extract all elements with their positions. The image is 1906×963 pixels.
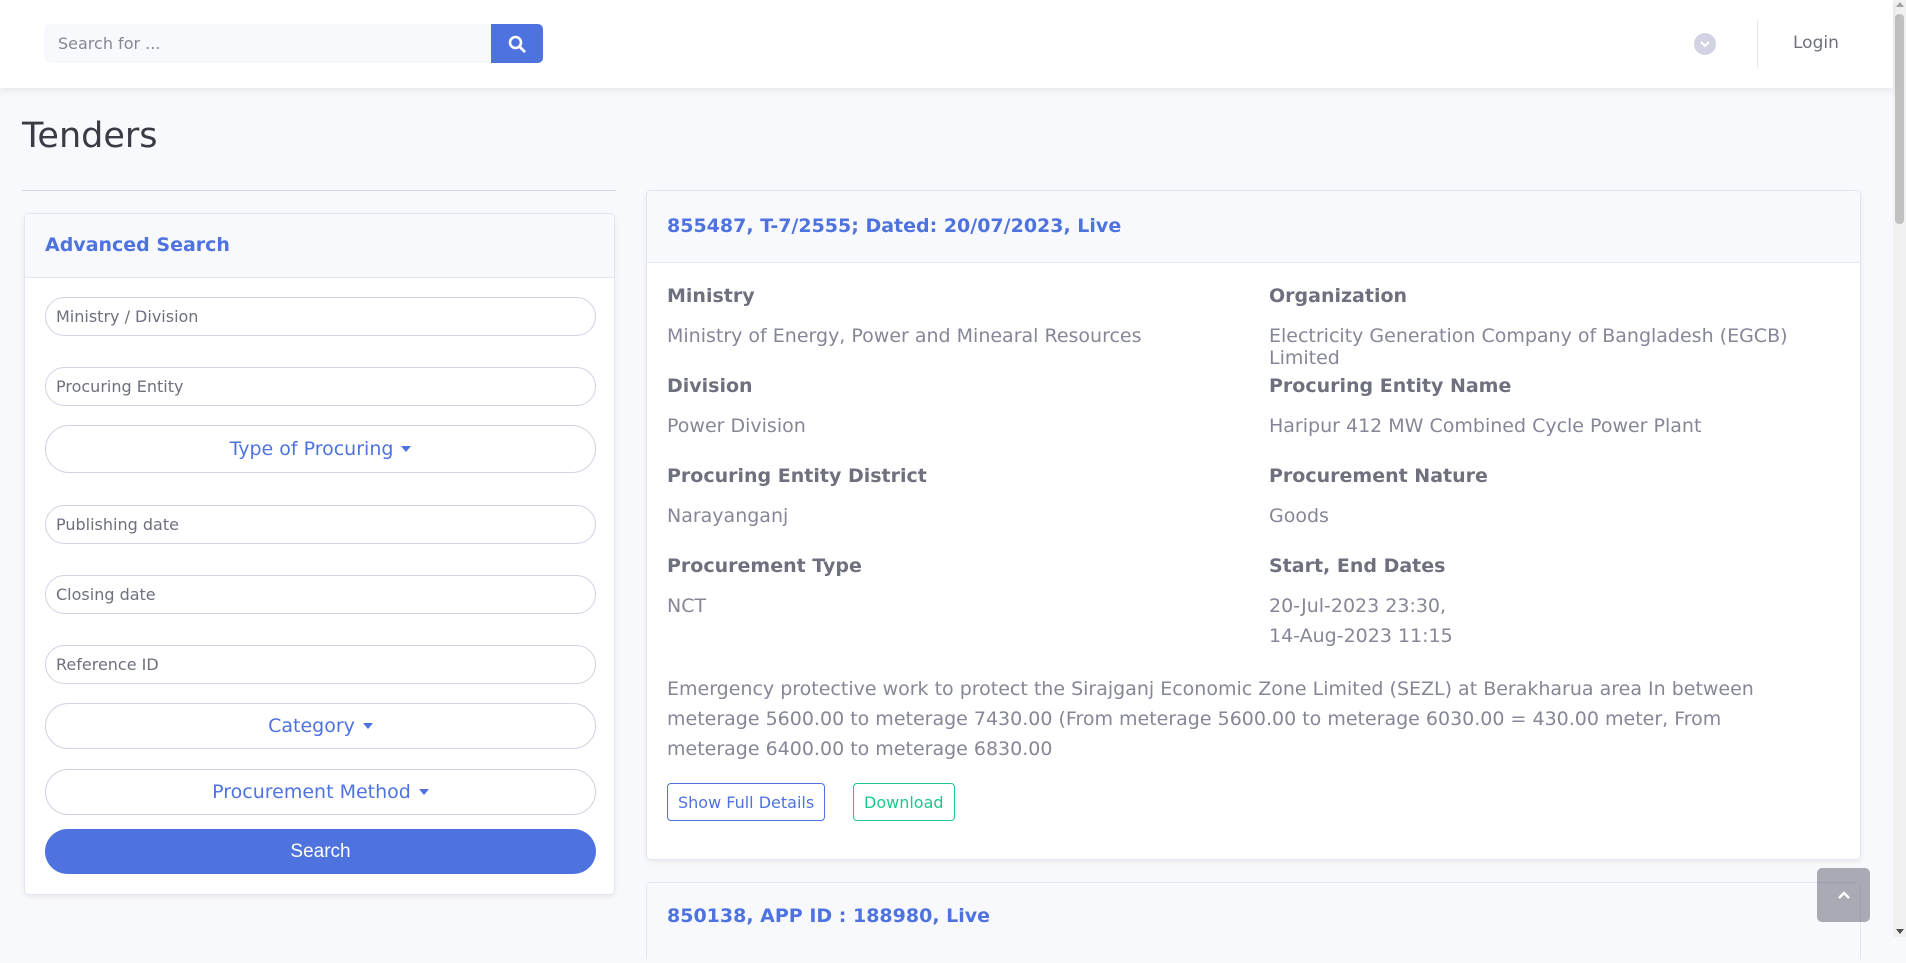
procuring-entity-name-value: Haripur 412 MW Combined Cycle Power Plan… xyxy=(1269,415,1702,437)
user-dropdown-toggle[interactable] xyxy=(1694,33,1716,55)
divider xyxy=(22,190,616,191)
division-label: Division xyxy=(667,375,753,397)
download-button[interactable]: Download xyxy=(853,783,955,821)
login-link[interactable]: Login xyxy=(1793,33,1839,53)
scroll-to-top-button[interactable] xyxy=(1817,868,1870,922)
scroll-down-arrow-icon[interactable] xyxy=(1895,929,1904,934)
type-of-procuring-label: Type of Procuring xyxy=(229,438,394,460)
organization-value: Electricity Generation Company of Bangla… xyxy=(1269,325,1788,369)
closing-date-field[interactable] xyxy=(45,575,596,614)
start-date-value: 20-Jul-2023 23:30, xyxy=(1269,595,1447,617)
caret-down-icon xyxy=(401,446,412,452)
division-value: Power Division xyxy=(667,415,806,437)
category-label: Category xyxy=(268,715,355,737)
district-value: Narayanganj xyxy=(667,505,789,527)
procuring-entity-name-label: Procuring Entity Name xyxy=(1269,375,1512,397)
search-input[interactable] xyxy=(44,24,491,63)
page-title: Tenders xyxy=(22,116,158,156)
tender-title[interactable]: 855487, T-7/2555; Dated: 20/07/2023, Liv… xyxy=(667,215,1121,237)
advanced-search-button[interactable]: Search xyxy=(45,829,596,874)
caret-down-icon xyxy=(362,723,373,729)
district-label: Procuring Entity District xyxy=(667,465,927,487)
advanced-search-header: Advanced Search xyxy=(25,214,614,278)
scrollbar-thumb[interactable] xyxy=(1895,14,1904,224)
topbar-search xyxy=(44,24,543,63)
tender-description: Emergency protective work to protect the… xyxy=(667,678,1754,760)
category-dropdown[interactable]: Category xyxy=(45,703,596,749)
ministry-label: Ministry xyxy=(667,285,755,307)
type-of-procuring-dropdown[interactable]: Type of Procuring xyxy=(45,425,596,473)
procurement-method-dropdown[interactable]: Procurement Method xyxy=(45,769,596,815)
topbar: Login xyxy=(0,0,1893,88)
procurement-type-value: NCT xyxy=(667,595,707,617)
ministry-value: Ministry of Energy, Power and Minearal R… xyxy=(667,325,1142,347)
scroll-up-arrow-icon[interactable] xyxy=(1895,2,1904,7)
caret-down-icon xyxy=(418,789,429,795)
procurement-nature-label: Procurement Nature xyxy=(1269,465,1488,487)
dates-label: Start, End Dates xyxy=(1269,555,1446,577)
organization-label: Organization xyxy=(1269,285,1408,307)
advanced-search-title: Advanced Search xyxy=(45,234,230,256)
tender-card-header: 850138, APP ID : 188980, Live xyxy=(647,883,1860,963)
tender-title[interactable]: 850138, APP ID : 188980, Live xyxy=(667,905,990,927)
page-scrollbar[interactable] xyxy=(1893,0,1906,937)
search-icon xyxy=(508,35,526,53)
publishing-date-field[interactable] xyxy=(45,505,596,544)
tender-card: 855487, T-7/2555; Dated: 20/07/2023, Liv… xyxy=(646,190,1861,860)
procuring-entity-field[interactable] xyxy=(45,367,596,406)
chevron-down-icon xyxy=(1700,41,1710,48)
chevron-up-icon xyxy=(1837,891,1850,899)
procurement-method-label: Procurement Method xyxy=(212,781,411,803)
procurement-type-label: Procurement Type xyxy=(667,555,862,577)
tender-card: 850138, APP ID : 188980, Live xyxy=(646,882,1861,963)
procurement-nature-value: Goods xyxy=(1269,505,1329,527)
ministry-division-field[interactable] xyxy=(45,297,596,336)
topbar-divider xyxy=(1757,20,1758,68)
advanced-search-card: Advanced Search Type of Procuring Catego… xyxy=(24,213,615,895)
reference-id-field[interactable] xyxy=(45,645,596,684)
search-button[interactable] xyxy=(491,24,543,63)
end-date-value: 14-Aug-2023 11:15 xyxy=(1269,625,1453,647)
show-full-details-button[interactable]: Show Full Details xyxy=(667,783,826,821)
tender-card-header: 855487, T-7/2555; Dated: 20/07/2023, Liv… xyxy=(647,191,1860,263)
